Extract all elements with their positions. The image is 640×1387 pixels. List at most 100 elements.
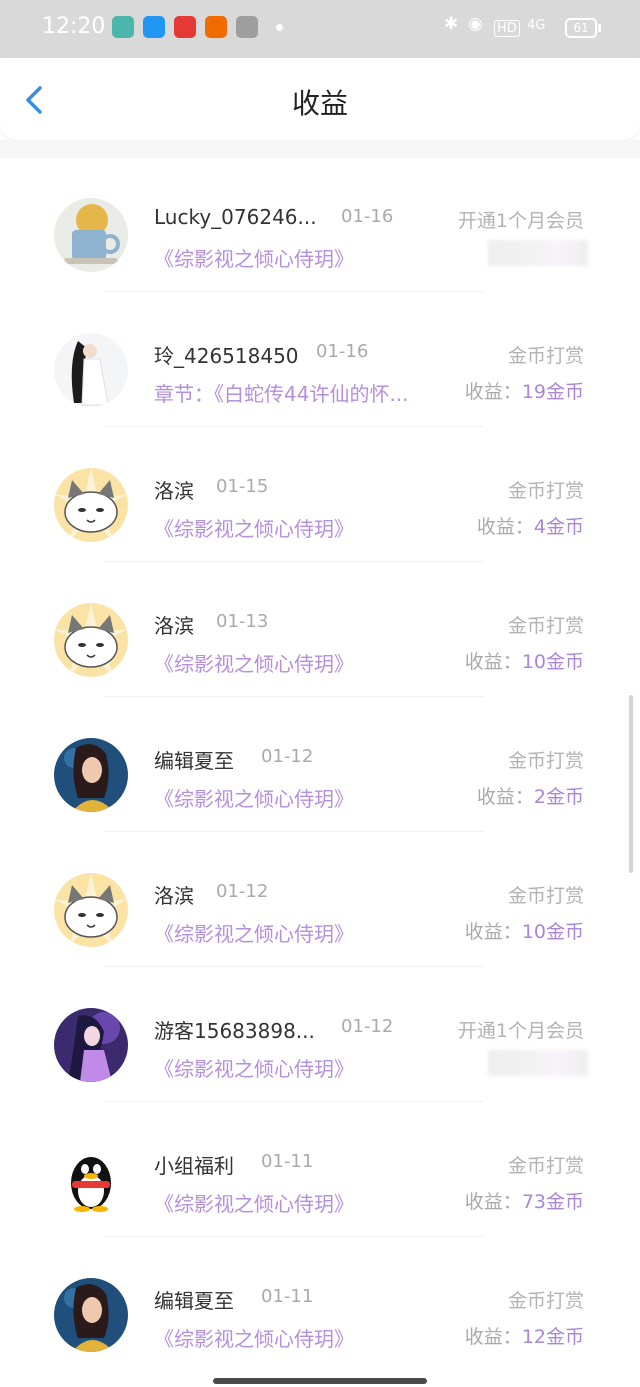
status-bar: 12:20 ✱ ◉ HD 4G 61: [0, 0, 640, 58]
user-name: 洛滨: [154, 479, 194, 503]
book-title: 《综影视之倾心侍玥》: [154, 517, 354, 541]
more-notifications-dot: [276, 24, 283, 31]
user-name: 小组福利: [154, 1154, 234, 1178]
earning-row[interactable]: 游客15683898... 01-12 《综影视之倾心侍玥》 开通1个月会员: [0, 968, 640, 1103]
earning-value: 10金币: [521, 651, 584, 673]
earning-row[interactable]: 编辑夏至 01-11 《综影视之倾心侍玥》 金币打赏 收益：12金币: [0, 1238, 640, 1373]
book-title: 《综影视之倾心侍玥》: [154, 652, 354, 676]
earning-row[interactable]: 洛滨 01-15 《综影视之倾心侍玥》 金币打赏 收益：4金币: [0, 428, 640, 563]
earning-amount: 收益：4金币: [477, 512, 584, 539]
earning-date: 01-16: [316, 341, 369, 362]
book-title: 《综影视之倾心侍玥》: [154, 1192, 354, 1216]
earning-type: 金币打赏: [507, 1290, 584, 1312]
location-icon: ◉: [468, 14, 483, 34]
hd-icon: HD: [494, 20, 520, 37]
row-divider: [104, 966, 484, 967]
earning-date: 01-16: [341, 206, 394, 227]
user-name: Lucky_076246...: [154, 205, 317, 229]
book-title: 《综影视之倾心侍玥》: [154, 247, 354, 271]
teacup-avatar: [54, 198, 128, 272]
row-divider: [104, 291, 484, 292]
earning-value: 2金币: [533, 786, 584, 808]
blurred-earning: [488, 1050, 588, 1076]
cat-avatar: [54, 603, 128, 677]
girl-avatar: [54, 333, 128, 407]
earning-amount: 收益：73金币: [465, 1187, 584, 1214]
earning-date: 01-12: [216, 881, 269, 902]
row-divider: [104, 831, 484, 832]
earning-date: 01-12: [341, 1016, 394, 1037]
video-notification-icon: [205, 16, 227, 38]
earning-type: 开通1个月会员: [457, 210, 584, 232]
battery-icon: 61: [565, 18, 601, 38]
row-divider: [104, 1101, 484, 1102]
browser-notification-icon: [143, 16, 165, 38]
earning-type: 金币打赏: [507, 345, 584, 367]
user-name: 洛滨: [154, 614, 194, 638]
user-name: 编辑夏至: [154, 1289, 234, 1313]
earning-value: 12金币: [521, 1326, 584, 1348]
home-indicator[interactable]: [213, 1378, 427, 1384]
header: 收益: [0, 58, 640, 140]
anime-avatar: [54, 1008, 128, 1082]
editor-avatar: [54, 738, 128, 812]
earning-value: 73金币: [521, 1191, 584, 1213]
earning-label: 收益：: [464, 1326, 522, 1348]
settings-notification-icon: [236, 16, 258, 38]
earning-amount: 收益：2金币: [477, 782, 584, 809]
earning-row[interactable]: Lucky_076246... 01-16 《综影视之倾心侍玥》 开通1个月会员: [0, 158, 640, 293]
user-name: 编辑夏至: [154, 749, 234, 773]
earning-date: 01-15: [216, 476, 269, 497]
earning-type: 金币打赏: [507, 1155, 584, 1177]
earning-value: 19金币: [521, 381, 584, 403]
earning-value: 10金币: [521, 921, 584, 943]
row-divider: [104, 696, 484, 697]
user-name: 游客15683898...: [154, 1019, 315, 1043]
earning-row[interactable]: 玲_426518450 01-16 章节：《白蛇传44许仙的怀... 金币打赏 …: [0, 293, 640, 428]
app-notification-icon: [112, 16, 134, 38]
book-title: 《综影视之倾心侍玥》: [154, 1327, 354, 1351]
earning-label: 收益：: [464, 1191, 522, 1213]
earning-type: 金币打赏: [507, 885, 584, 907]
bluetooth-icon: ✱: [444, 14, 459, 34]
row-divider: [104, 561, 484, 562]
earning-label: 收益：: [464, 921, 522, 943]
earning-amount: 收益：10金币: [465, 647, 584, 674]
earning-label: 收益：: [464, 651, 522, 673]
header-divider: [0, 140, 640, 158]
editor-avatar: [54, 1278, 128, 1352]
earning-amount: 收益：12金币: [465, 1322, 584, 1349]
earning-label: 收益：: [476, 516, 534, 538]
user-name: 洛滨: [154, 884, 194, 908]
status-time: 12:20: [42, 14, 106, 39]
page-title: 收益: [291, 87, 348, 120]
earning-row[interactable]: 洛滨 01-12 《综影视之倾心侍玥》 金币打赏 收益：10金币: [0, 833, 640, 968]
weibo-notification-icon: [174, 16, 196, 38]
signal-icon: 4G: [527, 18, 546, 33]
cat-avatar: [54, 873, 128, 947]
earning-date: 01-13: [216, 611, 269, 632]
earning-row[interactable]: 洛滨 01-13 《综影视之倾心侍玥》 金币打赏 收益：10金币: [0, 563, 640, 698]
earning-date: 01-11: [261, 1286, 314, 1307]
user-name: 玲_426518450: [154, 344, 299, 368]
earning-type: 开通1个月会员: [457, 1020, 584, 1042]
earning-amount: 收益：10金币: [465, 917, 584, 944]
book-title: 《综影视之倾心侍玥》: [154, 1057, 354, 1081]
earning-row[interactable]: 小组福利 01-11 《综影视之倾心侍玥》 金币打赏 收益：73金币: [0, 1103, 640, 1238]
blurred-earning: [488, 240, 588, 266]
earning-value: 4金币: [533, 516, 584, 538]
book-title: 《综影视之倾心侍玥》: [154, 922, 354, 946]
earning-row[interactable]: 编辑夏至 01-12 《综影视之倾心侍玥》 金币打赏 收益：2金币: [0, 698, 640, 833]
scrollbar[interactable]: [629, 695, 633, 873]
row-divider: [104, 1236, 484, 1237]
earning-type: 金币打赏: [507, 615, 584, 637]
earning-label: 收益：: [464, 381, 522, 403]
chapter-title: 章节：《白蛇传44许仙的怀...: [154, 382, 409, 406]
earning-label: 收益：: [476, 786, 534, 808]
penguin-avatar: [54, 1143, 128, 1217]
earning-date: 01-12: [261, 746, 314, 767]
earning-amount: 收益：19金币: [465, 377, 584, 404]
earning-date: 01-11: [261, 1151, 314, 1172]
earning-type: 金币打赏: [507, 750, 584, 772]
earnings-list: Lucky_076246... 01-16 《综影视之倾心侍玥》 开通1个月会员…: [0, 158, 640, 1373]
